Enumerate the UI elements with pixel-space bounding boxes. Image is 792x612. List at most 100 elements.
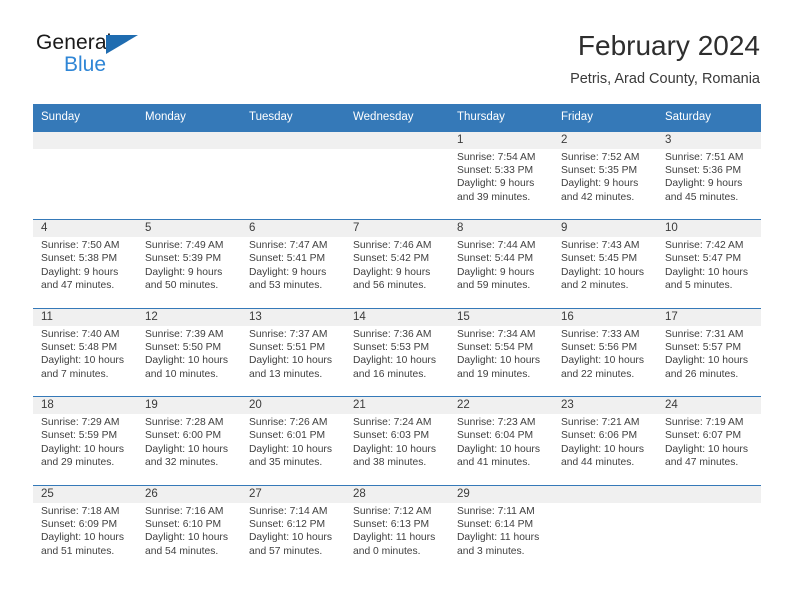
day-cell[interactable] — [345, 132, 449, 220]
day-cell[interactable] — [553, 486, 657, 574]
sunset-text: Sunset: 5:48 PM — [41, 341, 118, 353]
day-cell[interactable]: 21 Sunrise: 7:24 AM Sunset: 6:03 PM Dayl… — [345, 397, 449, 485]
day-details: Sunrise: 7:43 AM Sunset: 5:45 PM Dayligh… — [561, 239, 650, 292]
day-details: Sunrise: 7:33 AM Sunset: 5:56 PM Dayligh… — [561, 328, 650, 381]
daylight-text-line2: and 16 minutes. — [353, 368, 427, 380]
daylight-text-line2: and 57 minutes. — [249, 545, 323, 557]
day-cell[interactable]: 3 Sunrise: 7:51 AM Sunset: 5:36 PM Dayli… — [657, 132, 761, 220]
day-details: Sunrise: 7:26 AM Sunset: 6:01 PM Dayligh… — [249, 416, 338, 469]
sunrise-text: Sunrise: 7:51 AM — [665, 151, 744, 163]
sunset-text: Sunset: 6:10 PM — [145, 518, 222, 530]
day-cell[interactable]: 27 Sunrise: 7:14 AM Sunset: 6:12 PM Dayl… — [241, 486, 345, 574]
day-cell[interactable]: 23 Sunrise: 7:21 AM Sunset: 6:06 PM Dayl… — [553, 397, 657, 485]
daylight-text-line1: Daylight: 10 hours — [249, 532, 332, 544]
daylight-text-line2: and 13 minutes. — [249, 368, 323, 380]
day-number: 23 — [561, 399, 574, 412]
day-cell[interactable]: 17 Sunrise: 7:31 AM Sunset: 5:57 PM Dayl… — [657, 309, 761, 397]
daylight-text-line1: Daylight: 11 hours — [353, 532, 436, 544]
day-cell[interactable]: 16 Sunrise: 7:33 AM Sunset: 5:56 PM Dayl… — [553, 309, 657, 397]
weekday-header-wednesday: Wednesday — [353, 111, 414, 123]
day-number: 13 — [249, 310, 262, 323]
daylight-text-line2: and 32 minutes. — [145, 457, 219, 469]
sunrise-text: Sunrise: 7:28 AM — [145, 417, 224, 429]
day-cell[interactable]: 4 Sunrise: 7:50 AM Sunset: 5:38 PM Dayli… — [33, 220, 137, 308]
week-row: 25 Sunrise: 7:18 AM Sunset: 6:09 PM Dayl… — [33, 484, 761, 574]
day-cell[interactable]: 7 Sunrise: 7:46 AM Sunset: 5:42 PM Dayli… — [345, 220, 449, 308]
day-cell[interactable]: 10 Sunrise: 7:42 AM Sunset: 5:47 PM Dayl… — [657, 220, 761, 308]
daylight-text-line1: Daylight: 10 hours — [457, 443, 540, 455]
day-cell[interactable]: 13 Sunrise: 7:37 AM Sunset: 5:51 PM Dayl… — [241, 309, 345, 397]
daylight-text-line2: and 51 minutes. — [41, 545, 115, 557]
day-cell[interactable] — [657, 486, 761, 574]
sunset-text: Sunset: 6:03 PM — [353, 430, 430, 442]
day-details: Sunrise: 7:46 AM Sunset: 5:42 PM Dayligh… — [353, 239, 442, 292]
day-details: Sunrise: 7:51 AM Sunset: 5:36 PM Dayligh… — [665, 151, 754, 204]
sunrise-text: Sunrise: 7:46 AM — [353, 240, 432, 252]
day-details: Sunrise: 7:37 AM Sunset: 5:51 PM Dayligh… — [249, 328, 338, 381]
day-cell[interactable]: 28 Sunrise: 7:12 AM Sunset: 6:13 PM Dayl… — [345, 486, 449, 574]
day-cell[interactable]: 11 Sunrise: 7:40 AM Sunset: 5:48 PM Dayl… — [33, 309, 137, 397]
day-cell[interactable] — [137, 132, 241, 220]
day-cell[interactable]: 20 Sunrise: 7:26 AM Sunset: 6:01 PM Dayl… — [241, 397, 345, 485]
day-number: 18 — [41, 399, 54, 412]
day-cell[interactable]: 22 Sunrise: 7:23 AM Sunset: 6:04 PM Dayl… — [449, 397, 553, 485]
day-cell[interactable]: 15 Sunrise: 7:34 AM Sunset: 5:54 PM Dayl… — [449, 309, 553, 397]
sunrise-text: Sunrise: 7:23 AM — [457, 417, 536, 429]
day-cell[interactable]: 6 Sunrise: 7:47 AM Sunset: 5:41 PM Dayli… — [241, 220, 345, 308]
day-number: 21 — [353, 399, 366, 412]
sunrise-text: Sunrise: 7:12 AM — [353, 505, 432, 517]
sunrise-text: Sunrise: 7:21 AM — [561, 417, 640, 429]
day-details: Sunrise: 7:11 AM Sunset: 6:14 PM Dayligh… — [457, 505, 546, 558]
day-cell[interactable]: 25 Sunrise: 7:18 AM Sunset: 6:09 PM Dayl… — [33, 486, 137, 574]
day-cell[interactable]: 26 Sunrise: 7:16 AM Sunset: 6:10 PM Dayl… — [137, 486, 241, 574]
day-cell[interactable]: 19 Sunrise: 7:28 AM Sunset: 6:00 PM Dayl… — [137, 397, 241, 485]
daylight-text-line1: Daylight: 10 hours — [41, 532, 124, 544]
sunset-text: Sunset: 6:14 PM — [457, 518, 534, 530]
weekday-header-sunday: Sunday — [41, 111, 81, 123]
day-cell[interactable]: 14 Sunrise: 7:36 AM Sunset: 5:53 PM Dayl… — [345, 309, 449, 397]
daylight-text-line1: Daylight: 10 hours — [353, 355, 436, 367]
sunrise-text: Sunrise: 7:40 AM — [41, 328, 120, 340]
sunrise-text: Sunrise: 7:39 AM — [145, 328, 224, 340]
sunrise-text: Sunrise: 7:18 AM — [41, 505, 120, 517]
daylight-text-line1: Daylight: 10 hours — [457, 355, 540, 367]
logo-text-blue: Blue — [64, 53, 107, 76]
day-details: Sunrise: 7:34 AM Sunset: 5:54 PM Dayligh… — [457, 328, 546, 381]
day-cell[interactable]: 29 Sunrise: 7:11 AM Sunset: 6:14 PM Dayl… — [449, 486, 553, 574]
daylight-text-line1: Daylight: 9 hours — [353, 266, 431, 278]
daylight-text-line1: Daylight: 10 hours — [249, 355, 332, 367]
daylight-text-line2: and 19 minutes. — [457, 368, 531, 380]
day-number — [145, 133, 234, 149]
day-number: 20 — [249, 399, 262, 412]
daylight-text-line1: Daylight: 9 hours — [457, 266, 535, 278]
daylight-text-line2: and 56 minutes. — [353, 280, 427, 292]
day-cell[interactable]: 1 Sunrise: 7:54 AM Sunset: 5:33 PM Dayli… — [449, 132, 553, 220]
day-details: Sunrise: 7:24 AM Sunset: 6:03 PM Dayligh… — [353, 416, 442, 469]
sunrise-text: Sunrise: 7:47 AM — [249, 240, 328, 252]
day-cell[interactable] — [33, 132, 137, 220]
sunset-text: Sunset: 6:00 PM — [145, 430, 222, 442]
sunrise-text: Sunrise: 7:54 AM — [457, 151, 536, 163]
daylight-text-line1: Daylight: 9 hours — [249, 266, 327, 278]
daylight-text-line1: Daylight: 10 hours — [145, 443, 228, 455]
sunset-text: Sunset: 6:01 PM — [249, 430, 326, 442]
sunrise-text: Sunrise: 7:19 AM — [665, 417, 744, 429]
sunset-text: Sunset: 5:57 PM — [665, 341, 742, 353]
daylight-text-line2: and 0 minutes. — [353, 545, 421, 557]
weekday-header-thursday: Thursday — [457, 111, 505, 123]
daylight-text-line2: and 47 minutes. — [665, 457, 739, 469]
sunrise-text: Sunrise: 7:14 AM — [249, 505, 328, 517]
day-details: Sunrise: 7:44 AM Sunset: 5:44 PM Dayligh… — [457, 239, 546, 292]
day-details: Sunrise: 7:47 AM Sunset: 5:41 PM Dayligh… — [249, 239, 338, 292]
day-cell[interactable]: 5 Sunrise: 7:49 AM Sunset: 5:39 PM Dayli… — [137, 220, 241, 308]
day-number — [249, 133, 338, 149]
day-cell[interactable]: 9 Sunrise: 7:43 AM Sunset: 5:45 PM Dayli… — [553, 220, 657, 308]
sunset-text: Sunset: 6:06 PM — [561, 430, 638, 442]
day-cell[interactable]: 18 Sunrise: 7:29 AM Sunset: 5:59 PM Dayl… — [33, 397, 137, 485]
day-cell[interactable]: 12 Sunrise: 7:39 AM Sunset: 5:50 PM Dayl… — [137, 309, 241, 397]
day-cell[interactable] — [241, 132, 345, 220]
day-details: Sunrise: 7:54 AM Sunset: 5:33 PM Dayligh… — [457, 151, 546, 204]
day-cell[interactable]: 2 Sunrise: 7:52 AM Sunset: 5:35 PM Dayli… — [553, 132, 657, 220]
day-cell[interactable]: 8 Sunrise: 7:44 AM Sunset: 5:44 PM Dayli… — [449, 220, 553, 308]
day-cell[interactable]: 24 Sunrise: 7:19 AM Sunset: 6:07 PM Dayl… — [657, 397, 761, 485]
